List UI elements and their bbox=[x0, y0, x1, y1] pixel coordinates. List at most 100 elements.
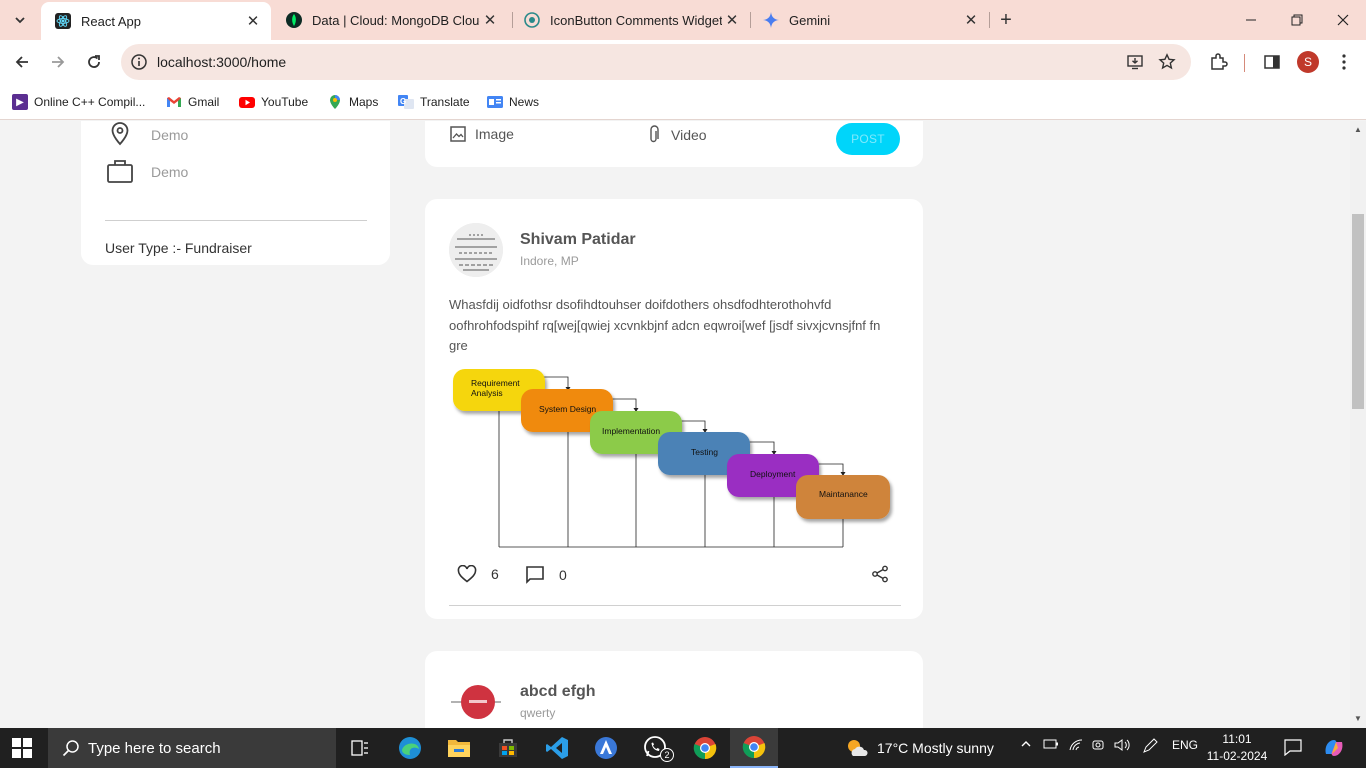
chrome-icon bbox=[693, 737, 717, 760]
share-button[interactable] bbox=[871, 565, 889, 583]
weather-widget[interactable]: 17°C Mostly sunny bbox=[845, 738, 994, 758]
language-indicator[interactable]: ENG bbox=[1172, 738, 1198, 752]
stage-label: Requirement bbox=[471, 378, 520, 388]
author-avatar[interactable] bbox=[449, 675, 503, 728]
bookmark-translate[interactable]: G Translate bbox=[398, 92, 470, 112]
bookmark-news[interactable]: News bbox=[487, 92, 539, 112]
battery-icon[interactable] bbox=[1043, 738, 1059, 750]
new-tab-button[interactable]: + bbox=[994, 8, 1018, 32]
comment-icon bbox=[526, 566, 544, 584]
author-name[interactable]: Shivam Patidar bbox=[520, 231, 636, 249]
translate-icon: G bbox=[398, 95, 414, 109]
minimize-button[interactable] bbox=[1228, 0, 1274, 40]
more-menu-icon[interactable] bbox=[1332, 50, 1356, 74]
author-name[interactable]: abcd efgh bbox=[520, 683, 596, 701]
install-app-icon[interactable] bbox=[1125, 52, 1145, 72]
tab-iconbutton[interactable]: IconButton Comments Widget ✕ bbox=[510, 0, 750, 40]
bookmark-gmail[interactable]: Gmail bbox=[166, 92, 219, 112]
comment-button[interactable]: 0 bbox=[525, 565, 567, 585]
taskbar-search-box[interactable]: Type here to search bbox=[48, 728, 336, 768]
taskbar-vscode[interactable] bbox=[533, 728, 581, 768]
clock-time: 11:01 bbox=[1222, 732, 1252, 746]
volume-icon[interactable] bbox=[1114, 738, 1132, 752]
chrome-icon bbox=[742, 736, 766, 759]
author-avatar[interactable] bbox=[449, 223, 503, 277]
forward-button[interactable] bbox=[44, 48, 72, 76]
profile-divider bbox=[105, 220, 367, 221]
task-view-icon bbox=[351, 740, 368, 756]
taskbar-edge[interactable] bbox=[386, 728, 434, 768]
image-icon bbox=[450, 126, 466, 142]
iconbutton-icon bbox=[524, 12, 540, 28]
show-hidden-icons[interactable] bbox=[1020, 738, 1032, 750]
bookmark-youtube[interactable]: YouTube bbox=[239, 92, 308, 112]
side-panel-icon[interactable] bbox=[1260, 50, 1284, 74]
site-info-icon[interactable] bbox=[129, 52, 149, 72]
stage-label: Testing bbox=[691, 447, 718, 457]
location-row: Demo bbox=[105, 121, 188, 149]
notification-badge: 2 bbox=[660, 748, 674, 762]
scroll-down-arrow[interactable]: ▼ bbox=[1354, 714, 1362, 723]
stage-label: Implementation bbox=[602, 426, 660, 436]
notifications-icon[interactable] bbox=[1284, 738, 1302, 756]
tab-react-app[interactable]: React App ✕ bbox=[41, 2, 271, 40]
stage-label: Deployment bbox=[750, 469, 796, 479]
close-tab-icon[interactable]: ✕ bbox=[722, 10, 742, 30]
add-video-option[interactable]: Video bbox=[645, 125, 707, 145]
arrow-right-icon bbox=[52, 56, 65, 68]
address-bar[interactable]: localhost:3000/home bbox=[121, 44, 1191, 80]
tab-mongodb[interactable]: Data | Cloud: MongoDB Cloud ✕ bbox=[272, 0, 508, 40]
like-button[interactable]: 6 bbox=[457, 565, 499, 583]
taskbar-chrome[interactable] bbox=[681, 728, 729, 768]
stage-label: Maintanance bbox=[819, 489, 868, 499]
network-icon[interactable] bbox=[1092, 738, 1106, 752]
extensions-icon[interactable] bbox=[1206, 50, 1230, 74]
heart-icon bbox=[457, 565, 477, 583]
youtube-icon bbox=[239, 97, 255, 108]
post-button[interactable]: POST bbox=[836, 123, 900, 155]
windows-start-icon[interactable] bbox=[12, 738, 32, 758]
system-clock[interactable]: 11:01 11-02-2024 bbox=[1205, 731, 1269, 765]
bookmark-cpp[interactable]: ▶ Online C++ Compil... bbox=[12, 92, 145, 112]
taskbar-app-settings[interactable] bbox=[582, 728, 630, 768]
add-image-option[interactable]: Image bbox=[449, 125, 514, 143]
tab-search-button[interactable] bbox=[8, 8, 32, 32]
mongodb-leaf-icon bbox=[286, 12, 302, 28]
profile-avatar[interactable]: S bbox=[1297, 51, 1319, 73]
post-image-waterfall-diagram: Requirement Analysis System Design Imple… bbox=[453, 369, 890, 548]
tab-gemini[interactable]: Gemini ✕ bbox=[749, 0, 989, 40]
taskbar-file-explorer[interactable] bbox=[435, 728, 483, 768]
back-button[interactable] bbox=[8, 48, 36, 76]
author-location: Indore, MP bbox=[520, 254, 579, 268]
wifi-icon[interactable] bbox=[1068, 738, 1084, 752]
partly-sunny-icon bbox=[848, 740, 868, 756]
close-icon bbox=[1337, 14, 1349, 26]
chevron-up-icon bbox=[1021, 741, 1031, 747]
tab-title: Gemini bbox=[789, 12, 831, 28]
scrollbar-thumb[interactable] bbox=[1352, 214, 1364, 409]
copilot-icon[interactable] bbox=[1322, 736, 1346, 760]
close-tab-icon[interactable]: ✕ bbox=[961, 10, 981, 30]
reload-button[interactable] bbox=[80, 48, 108, 76]
close-tab-icon[interactable]: ✕ bbox=[243, 11, 263, 31]
reload-icon bbox=[88, 55, 100, 68]
restore-button[interactable] bbox=[1274, 0, 1320, 40]
app-icon bbox=[595, 737, 617, 759]
bookmark-star-icon[interactable] bbox=[1157, 52, 1177, 72]
location-text: Demo bbox=[151, 127, 189, 143]
taskbar-whatsapp[interactable]: 2 bbox=[632, 728, 680, 768]
scroll-up-arrow[interactable]: ▲ bbox=[1354, 125, 1362, 134]
taskbar-chrome-active[interactable] bbox=[730, 728, 778, 768]
pen-icon[interactable] bbox=[1142, 738, 1158, 754]
task-view-button[interactable] bbox=[336, 728, 384, 768]
bookmark-maps[interactable]: Maps bbox=[327, 92, 378, 112]
close-tab-icon[interactable]: ✕ bbox=[480, 10, 500, 30]
url-text[interactable]: localhost:3000/home bbox=[157, 54, 286, 70]
page-scrollbar[interactable]: ▲ ▼ bbox=[1350, 121, 1366, 728]
profile-info-card: Demo Demo User Type :- Fundraiser bbox=[81, 121, 390, 265]
close-window-button[interactable] bbox=[1320, 0, 1366, 40]
bookmark-label: Online C++ Compil... bbox=[34, 95, 146, 109]
post-actions: 6 0 bbox=[449, 565, 901, 591]
work-text: Demo bbox=[151, 164, 189, 180]
taskbar-store[interactable] bbox=[484, 728, 532, 768]
